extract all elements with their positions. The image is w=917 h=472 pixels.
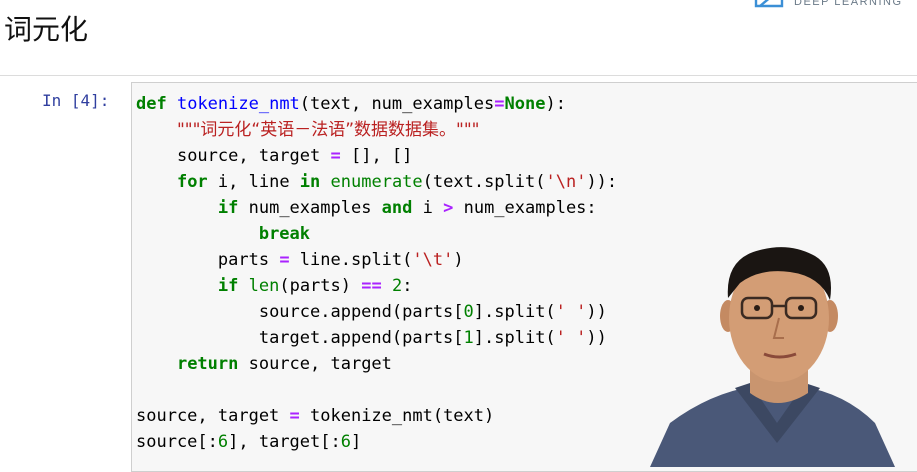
code-line: source, target = [], [] xyxy=(136,143,617,169)
code-token: = xyxy=(330,146,341,166)
code-token: None xyxy=(504,94,546,114)
code-line: if len(parts) == 2: xyxy=(136,273,617,299)
code-line: parts = line.split('\t') xyxy=(136,247,617,273)
code-token: > xyxy=(443,198,454,218)
code-token: == xyxy=(361,276,382,296)
code-token: ].split( xyxy=(473,302,556,322)
code-token: = xyxy=(494,94,505,114)
logo-mark-icon xyxy=(754,0,784,8)
code-token: source.append(parts[ xyxy=(258,302,464,322)
code-token: ].split( xyxy=(473,328,556,348)
code-token: '\n' xyxy=(545,172,587,192)
code-token: ): xyxy=(545,94,566,114)
cell-prompt: In [4]: xyxy=(42,91,110,110)
code-line: source, target = tokenize_nmt(text) xyxy=(136,403,617,429)
code-token: 1 xyxy=(463,328,474,348)
code-line: def tokenize_nmt(text, num_examples=None… xyxy=(136,91,617,117)
code-editor[interactable]: def tokenize_nmt(text, num_examples=None… xyxy=(136,91,617,455)
code-token: source[: xyxy=(136,432,218,452)
code-token: for xyxy=(176,172,208,192)
code-line: target.append(parts[1].split(' ')) xyxy=(136,325,617,351)
header-divider xyxy=(0,75,917,76)
code-token: 2 xyxy=(391,276,403,296)
code-token: tokenize_nmt(text) xyxy=(299,406,495,426)
code-token: (parts) xyxy=(279,276,362,296)
code-token: ' ' xyxy=(555,302,587,322)
code-token: source, target xyxy=(136,406,290,426)
code-token: source, target xyxy=(238,354,392,374)
code-token: )) xyxy=(586,302,607,322)
code-token: break xyxy=(258,224,311,244)
code-token: target.append(parts[ xyxy=(258,328,464,348)
code-token: ) xyxy=(453,250,464,270)
code-line: """词元化“英语－法语”数据数据集。""" xyxy=(136,117,617,143)
code-token: tokenize_nmt xyxy=(176,94,300,114)
code-line: source[:6], target[:6] xyxy=(136,429,617,455)
code-token: (text.split( xyxy=(422,172,546,192)
code-token: if xyxy=(217,198,239,218)
code-line: for i, line in enumerate(text.split('\n'… xyxy=(136,169,617,195)
code-token: = xyxy=(289,406,300,426)
code-token: : xyxy=(402,276,413,296)
presenter-video-icon xyxy=(650,247,895,467)
code-token: 6 xyxy=(217,432,229,452)
code-line: if num_examples and i > num_examples: xyxy=(136,195,617,221)
code-token: (text, num_examples xyxy=(299,94,495,114)
page-title: 词元化 xyxy=(4,13,89,46)
code-token: i xyxy=(412,198,444,218)
code-token: def xyxy=(136,94,167,114)
code-token: if xyxy=(217,276,239,296)
code-token: )) xyxy=(586,328,607,348)
code-token: 0 xyxy=(463,302,474,322)
code-token: line.split( xyxy=(289,250,413,270)
code-line: return source, target xyxy=(136,351,617,377)
code-token: 6 xyxy=(340,432,351,452)
code-token: """词元化“英语－法语”数据数据集。""" xyxy=(176,120,480,140)
code-token: and xyxy=(381,198,413,218)
code-token: num_examples xyxy=(238,198,382,218)
code-token: num_examples: xyxy=(453,198,597,218)
code-line: source.append(parts[0].split(' ')) xyxy=(136,299,617,325)
code-token: in xyxy=(299,172,321,192)
code-line: break xyxy=(136,221,617,247)
code-token: ' ' xyxy=(555,328,587,348)
code-token: source, target xyxy=(176,146,331,166)
code-token: ], target[: xyxy=(228,432,341,452)
code-token: enumerate xyxy=(330,172,423,192)
code-token: = xyxy=(279,250,290,270)
code-token: [], [] xyxy=(340,146,413,166)
brand-logo: DEEP LEARNING xyxy=(754,0,903,16)
logo-text: DEEP LEARNING xyxy=(794,0,903,8)
code-token: len xyxy=(248,276,280,296)
code-token: parts xyxy=(217,250,280,270)
code-token: i, line xyxy=(207,172,300,192)
code-token: ] xyxy=(350,432,362,452)
code-token: return xyxy=(176,354,239,374)
code-token: )): xyxy=(586,172,618,192)
code-token: '\t' xyxy=(412,250,454,270)
